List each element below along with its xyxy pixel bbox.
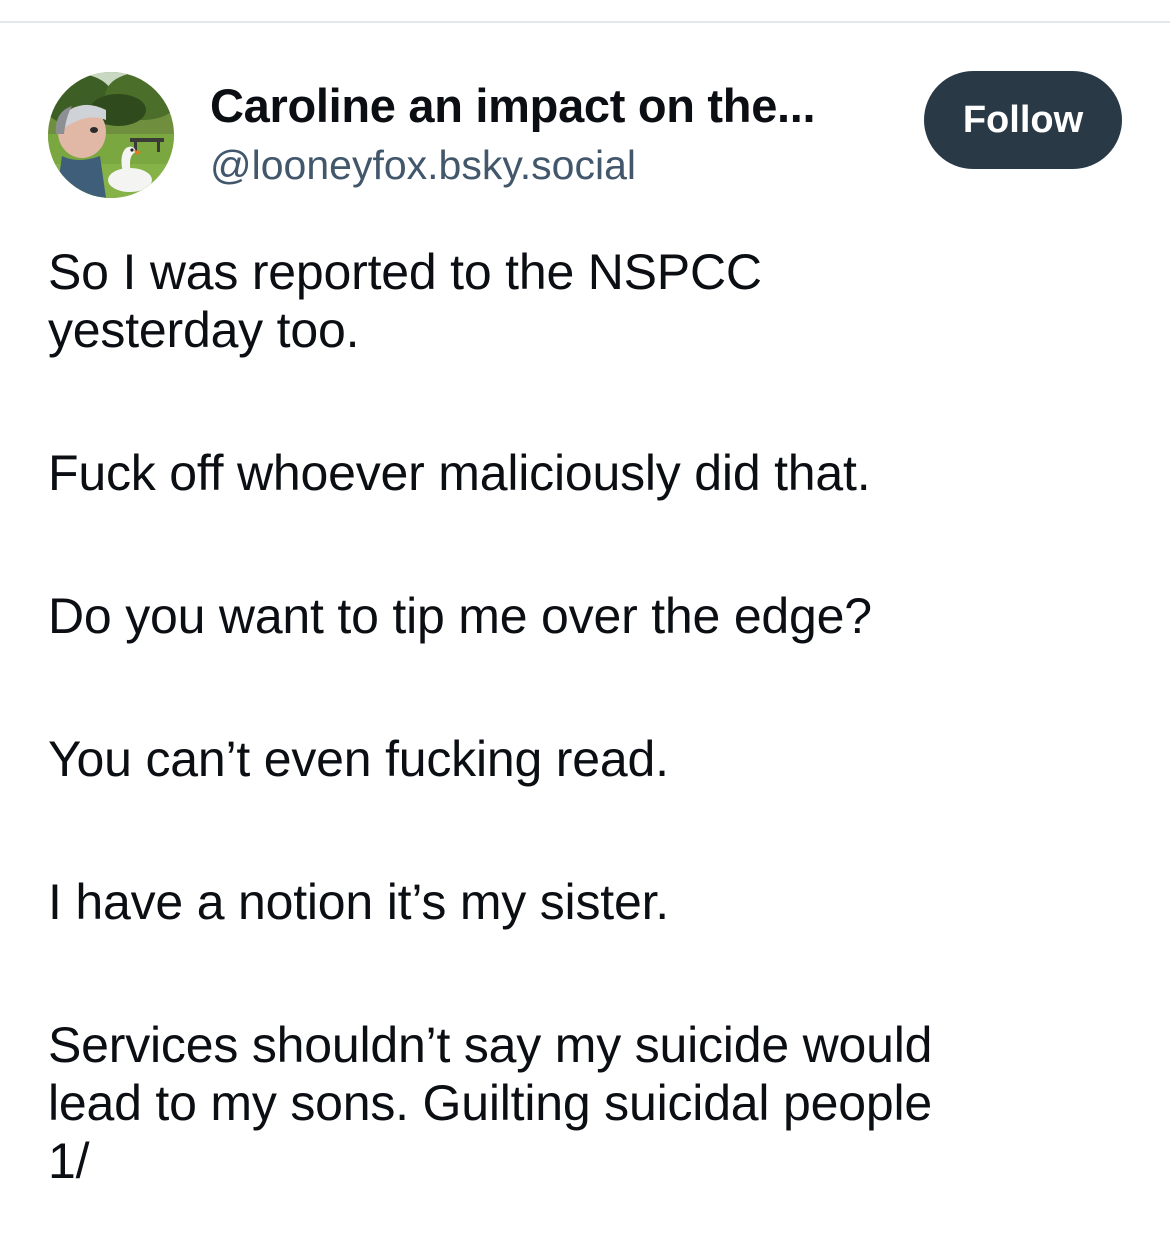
post-paragraph: You can’t even fucking read. bbox=[48, 730, 1138, 788]
follow-button[interactable]: Follow bbox=[924, 71, 1122, 169]
post-line: yesterday too. bbox=[48, 302, 360, 358]
post-line: Do you want to tip me over the edge? bbox=[48, 588, 872, 644]
author-handle[interactable]: @looneyfox.bsky.social bbox=[210, 140, 815, 190]
post-line: 1/ bbox=[48, 1133, 90, 1189]
post-line: Fuck off whoever maliciously did that. bbox=[48, 445, 871, 501]
post-paragraph: I have a notion it’s my sister. bbox=[48, 873, 1138, 931]
post-paragraph: So I was reported to the NSPCC yesterday… bbox=[48, 243, 1138, 359]
author-display-name[interactable]: Caroline an impact on the... bbox=[210, 78, 816, 134]
post-line: So I was reported to the NSPCC bbox=[48, 244, 762, 300]
post-line: lead to my sons. Guilting suicidal peopl… bbox=[48, 1075, 932, 1131]
avatar[interactable] bbox=[48, 72, 174, 198]
post: Caroline an impact on the... @looneyfox.… bbox=[0, 0, 1170, 1259]
post-line: You can’t even fucking read. bbox=[48, 731, 669, 787]
post-line: Services shouldn’t say my suicide would bbox=[48, 1017, 933, 1073]
post-paragraph: Fuck off whoever maliciously did that. bbox=[48, 444, 1138, 502]
author-block: Caroline an impact on the... @looneyfox.… bbox=[210, 78, 816, 190]
post-paragraph: Services shouldn’t say my suicide would … bbox=[48, 1016, 1138, 1190]
post-line: I have a notion it’s my sister. bbox=[48, 874, 669, 930]
post-paragraph: Do you want to tip me over the edge? bbox=[48, 587, 1138, 645]
avatar-image bbox=[48, 72, 174, 198]
post-text: So I was reported to the NSPCC yesterday… bbox=[48, 243, 1138, 1190]
